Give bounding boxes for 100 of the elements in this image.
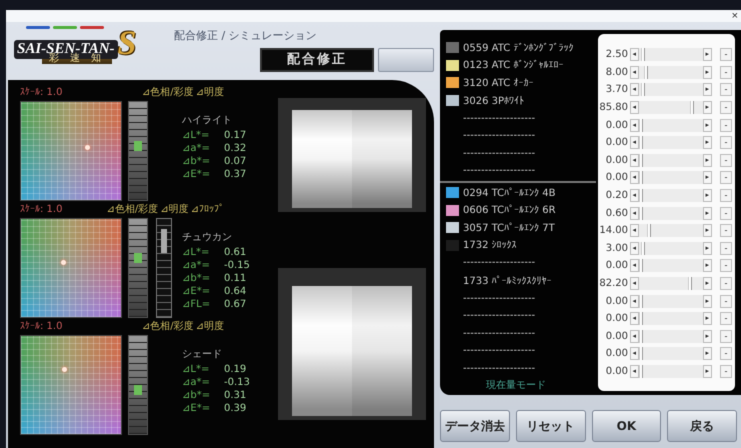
amount-value: 3.70 — [604, 84, 629, 96]
amount-value: 0.00 — [604, 172, 629, 184]
minus-button[interactable]: - — [720, 259, 732, 272]
amount-value: 0.00 — [604, 260, 629, 272]
amount-slider[interactable] — [639, 224, 703, 238]
slider-thumb[interactable] — [690, 101, 694, 114]
amount-slider[interactable] — [639, 347, 703, 360]
slider-thumb[interactable] — [639, 364, 643, 378]
metric-value: 0.19 — [224, 363, 246, 376]
amount-slider[interactable] — [639, 83, 703, 96]
metric-value: 0.64 — [224, 285, 246, 298]
axis-label: ⊿明度 — [196, 86, 224, 99]
logo-letter: S — [118, 29, 136, 59]
material-name: 1732 ｼﾛｯｸｽ — [463, 239, 517, 252]
minus-button[interactable]: - — [720, 242, 732, 255]
material-name: 0559 ATC ﾃﾞﾝﾎﾝｸﾞﾌﾞﾗｯｸ — [463, 42, 574, 54]
slider-thumb[interactable] — [639, 154, 643, 167]
amount-slider[interactable] — [639, 242, 703, 255]
amount-slider[interactable] — [639, 171, 703, 184]
minus-button[interactable]: - — [720, 171, 732, 184]
axis-label: ⊿色相/彩度 — [106, 203, 158, 216]
material-name: -------------------- — [463, 345, 536, 356]
minus-button[interactable]: - — [720, 48, 732, 62]
slider-thumb[interactable] — [639, 294, 643, 308]
metric-label: ⊿L*= — [182, 246, 210, 259]
amount-slider[interactable] — [639, 136, 703, 150]
back-button[interactable]: 戻る — [667, 410, 737, 442]
material-name: 3026 3Pﾎﾜｲﾄ — [463, 94, 524, 107]
close-button[interactable]: × — [728, 10, 741, 22]
amount-slider[interactable] — [639, 101, 703, 114]
slider-thumb[interactable] — [644, 66, 648, 79]
amount-slider[interactable] — [639, 189, 703, 202]
minus-button[interactable]: - — [720, 101, 732, 114]
metric-value: -0.13 — [224, 376, 250, 389]
color-point-marker — [61, 260, 66, 266]
slider-thumb[interactable] — [639, 312, 643, 326]
ok-button[interactable]: OK — [592, 410, 662, 442]
material-name: -------------------- — [463, 112, 536, 124]
scale-label: ｽｹｰﾙ: 1.0 — [20, 203, 62, 216]
slider-thumb[interactable] — [639, 189, 644, 202]
metric-label: ⊿b*= — [182, 272, 212, 285]
minus-button[interactable]: - — [720, 136, 732, 150]
amount-value: 0.20 — [604, 190, 629, 202]
metric-label: ⊿b*= — [182, 155, 212, 168]
slider-thumb[interactable] — [641, 83, 646, 96]
amount-slider[interactable] — [639, 66, 703, 79]
slider-thumb[interactable] — [640, 48, 644, 62]
minus-button[interactable]: - — [720, 347, 732, 360]
minus-button[interactable]: - — [720, 118, 732, 132]
blank-button[interactable] — [378, 48, 434, 72]
metric-value: 0.31 — [224, 389, 246, 402]
amount-slider[interactable] — [639, 364, 703, 378]
metric-value: 0.17 — [224, 129, 246, 142]
minus-button[interactable]: - — [720, 312, 732, 326]
minus-button[interactable]: - — [720, 154, 732, 167]
slider-thumb[interactable] — [688, 277, 692, 290]
amount-slider[interactable] — [639, 154, 703, 167]
metric-value: -0.15 — [224, 259, 250, 272]
amount-slider[interactable] — [639, 259, 703, 272]
slider-thumb[interactable] — [639, 171, 643, 184]
metric-label: ⊿E*= — [182, 168, 212, 181]
minus-button[interactable]: - — [720, 206, 732, 220]
metric-value: 0.67 — [224, 298, 246, 311]
minus-button[interactable]: - — [720, 224, 732, 238]
minus-button[interactable]: - — [720, 330, 732, 343]
slider-thumb[interactable] — [639, 259, 643, 272]
amount-slider[interactable] — [639, 118, 703, 132]
minus-button[interactable]: - — [720, 277, 732, 290]
metric-label: ⊿a*= — [182, 142, 211, 155]
minus-button[interactable]: - — [720, 83, 732, 96]
metric-value: 0.61 — [224, 246, 246, 259]
amount-slider[interactable] — [639, 48, 703, 62]
slider-thumb[interactable] — [639, 206, 644, 220]
color-point-marker — [84, 145, 90, 150]
material-name: -------------------- — [463, 328, 536, 339]
minus-button[interactable]: - — [720, 189, 732, 202]
slider-thumb[interactable] — [640, 242, 645, 255]
reset-button[interactable]: リセット — [516, 410, 586, 442]
minus-button[interactable]: - — [720, 294, 732, 308]
amount-slider[interactable] — [639, 330, 703, 343]
amount-value: 14.00 — [598, 225, 629, 236]
amount-value: 0.00 — [604, 330, 629, 342]
minus-button[interactable]: - — [720, 66, 732, 79]
logo-stripes-icon — [26, 26, 104, 29]
slider-thumb[interactable] — [639, 330, 643, 343]
slider-thumb[interactable] — [647, 224, 652, 238]
material-name: -------------------- — [463, 257, 536, 268]
delete-data-button[interactable]: データ消去 — [440, 410, 510, 442]
amount-slider[interactable] — [639, 206, 703, 220]
amount-slider[interactable] — [639, 277, 703, 290]
amount-value: 0.00 — [604, 154, 629, 166]
amount-slider[interactable] — [639, 294, 703, 308]
minus-button[interactable]: - — [720, 364, 732, 378]
amount-value: 8.00 — [604, 66, 629, 78]
amount-slider[interactable] — [639, 312, 703, 326]
axis-label: ⊿色相/彩度 — [142, 86, 194, 99]
slider-thumb[interactable] — [639, 118, 643, 132]
metric-label: ⊿E*= — [182, 402, 212, 415]
slider-thumb[interactable] — [639, 136, 643, 150]
slider-thumb[interactable] — [639, 347, 643, 360]
